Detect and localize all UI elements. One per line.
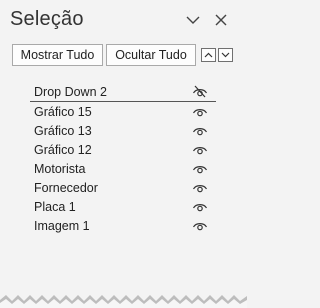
eye-icon[interactable]: [192, 124, 208, 137]
bring-forward-button[interactable]: [201, 48, 216, 62]
eye-icon[interactable]: [192, 181, 208, 194]
selection-pane: Seleção Mostrar Tudo Ocultar Tudo Drop D…: [0, 0, 247, 308]
eye-icon[interactable]: [192, 105, 208, 118]
send-backward-button[interactable]: [218, 48, 233, 62]
pane-options-button[interactable]: [183, 10, 203, 30]
torn-edge: [0, 295, 247, 308]
item-label: Gráfico 15: [34, 104, 92, 119]
eye-icon[interactable]: [192, 143, 208, 156]
chevron-down-icon: [186, 16, 200, 24]
eye-icon[interactable]: [192, 162, 208, 175]
list-item[interactable]: Placa 1: [30, 197, 216, 216]
list-item[interactable]: Gráfico 15: [30, 102, 216, 121]
list-item[interactable]: Motorista: [30, 159, 216, 178]
item-label: Fornecedor: [34, 180, 98, 195]
hide-all-button[interactable]: Ocultar Tudo: [106, 44, 196, 66]
eye-slash-icon[interactable]: [192, 85, 208, 98]
eye-icon[interactable]: [192, 219, 208, 232]
item-label: Gráfico 13: [34, 123, 92, 138]
item-label: Placa 1: [34, 199, 76, 214]
list-item[interactable]: Gráfico 12: [30, 140, 216, 159]
eye-icon[interactable]: [192, 200, 208, 213]
close-icon: [215, 14, 227, 26]
show-all-button[interactable]: Mostrar Tudo: [12, 44, 103, 66]
triangle-up-icon: [204, 52, 213, 58]
item-label: Imagem 1: [34, 218, 90, 233]
close-pane-button[interactable]: [211, 10, 231, 30]
list-item[interactable]: Drop Down 2: [30, 82, 216, 102]
list-item[interactable]: Imagem 1: [30, 216, 216, 235]
item-label: Drop Down 2: [34, 84, 107, 99]
selection-list: Drop Down 2 Gráfico 15 Gráfico 13 Gráfic…: [30, 82, 216, 235]
triangle-down-icon: [221, 52, 230, 58]
item-label: Gráfico 12: [34, 142, 92, 157]
pane-title: Seleção: [10, 8, 84, 30]
item-label: Motorista: [34, 161, 86, 176]
list-item[interactable]: Gráfico 13: [30, 121, 216, 140]
list-item[interactable]: Fornecedor: [30, 178, 216, 197]
